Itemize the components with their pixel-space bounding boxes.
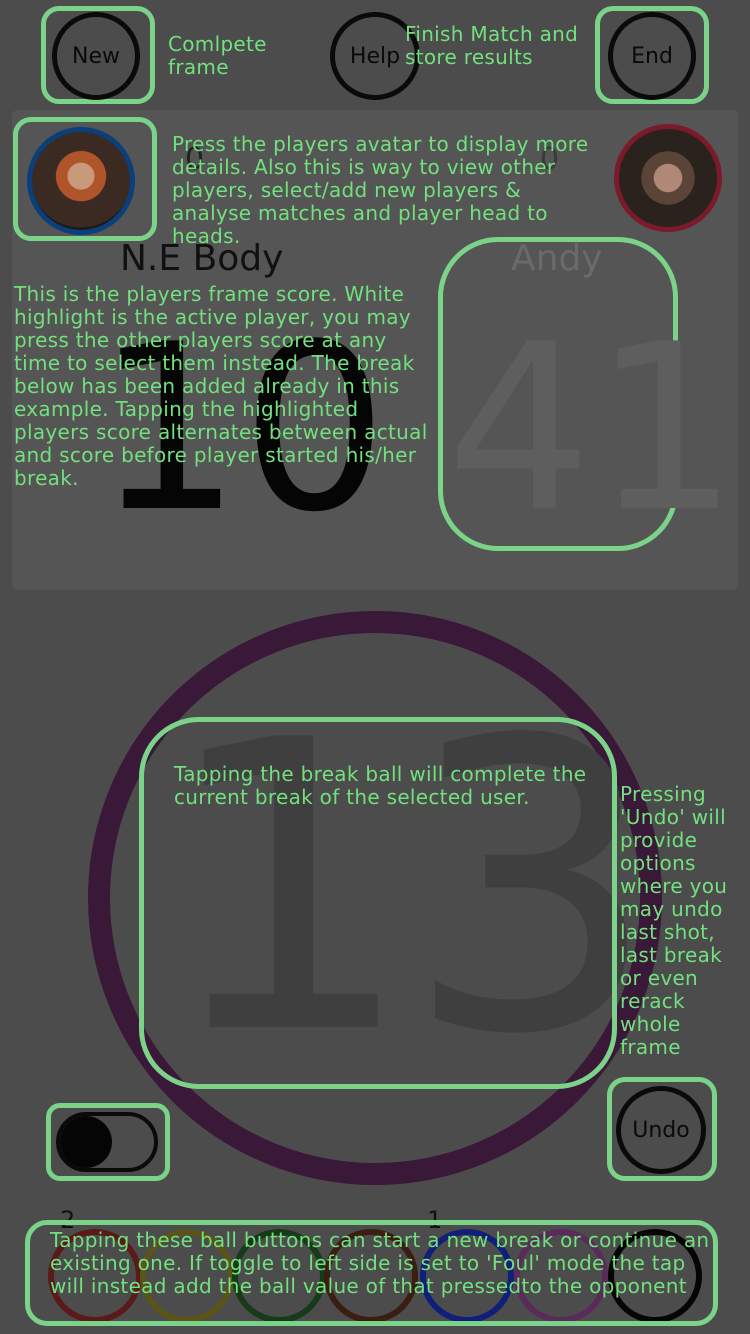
player1-avatar[interactable] — [27, 127, 135, 235]
end-button[interactable]: End — [608, 12, 696, 100]
avatar-help-note: Press the players avatar to display more… — [172, 132, 589, 248]
help-button-label: Help — [349, 43, 401, 69]
end-button-label: End — [631, 43, 673, 69]
ball-buttons-help-note: Tapping these ball buttons can start a n… — [50, 1228, 710, 1298]
player1-name: N.E Body — [120, 238, 284, 279]
new-button-label: New — [72, 43, 120, 69]
undo-help-note: Pressing 'Undo' will provide options whe… — [620, 782, 728, 1059]
undo-button-label: Undo — [632, 1117, 690, 1143]
new-button[interactable]: New — [52, 12, 140, 100]
player2-score[interactable]: 41 — [446, 315, 739, 545]
undo-button[interactable]: Undo — [616, 1086, 706, 1174]
end-button-note: Finish Match and store results — [405, 22, 579, 69]
foul-toggle[interactable] — [56, 1112, 158, 1172]
player2-avatar[interactable] — [614, 124, 722, 232]
foul-toggle-knob — [60, 1116, 112, 1168]
score-help-note: This is the players frame score. White h… — [14, 282, 428, 490]
new-button-note: Comlpete frame — [168, 32, 267, 79]
break-help-note: Tapping the break ball will complete the… — [174, 762, 587, 809]
